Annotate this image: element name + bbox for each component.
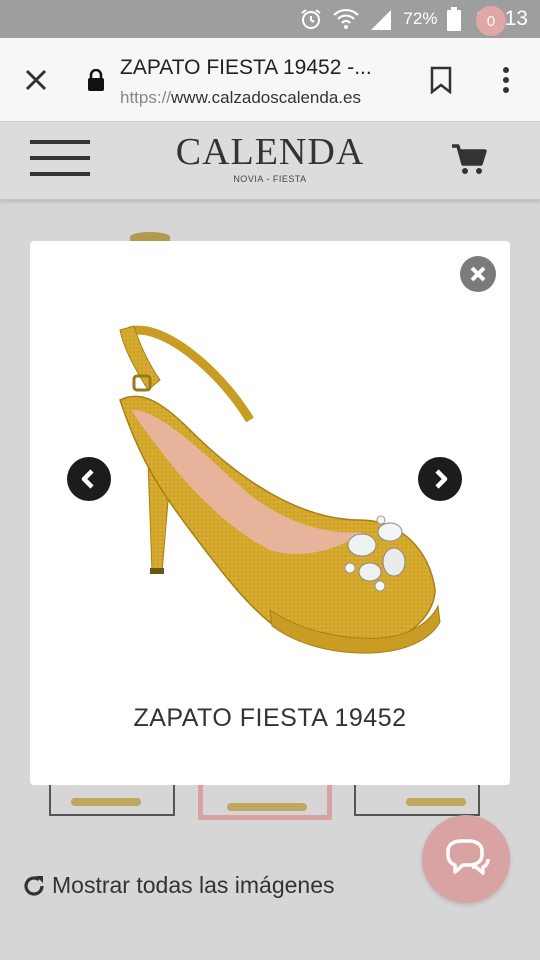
cart-icon[interactable] [450, 138, 490, 178]
battery-icon [447, 7, 462, 31]
close-circle-icon[interactable] [460, 256, 496, 292]
site-header: CALENDA NOVIA - FIESTA [0, 122, 540, 200]
show-all-label: Mostrar todas las imágenes [52, 872, 335, 898]
image-caption: ZAPATO FIESTA 19452 [133, 704, 407, 732]
alarm-icon [299, 7, 323, 31]
chevron-right-icon[interactable] [418, 457, 462, 501]
cart-count-badge: 0 [476, 6, 506, 36]
thumbnail-2-selected[interactable] [198, 780, 332, 820]
thumbnail-3[interactable] [354, 780, 480, 816]
chat-button[interactable] [422, 815, 510, 903]
product-image-shoe [119, 325, 441, 654]
chat-icon [446, 839, 490, 875]
signal-icon [369, 8, 393, 30]
browser-url-bar: ZAPATO FIESTA 19452 -... https://www.cal… [0, 38, 540, 122]
refresh-icon [24, 875, 44, 896]
status-bar: 72% 13:13 [0, 0, 540, 38]
page-url[interactable]: https://www.calzadoscalenda.es [120, 88, 361, 108]
close-icon[interactable] [22, 66, 50, 94]
chevron-left-icon[interactable] [67, 457, 111, 501]
battery-percent: 72% [403, 9, 438, 28]
more-vert-icon[interactable] [494, 66, 518, 94]
url-host: www.calzadoscalenda.es [171, 88, 361, 107]
wifi-icon [333, 8, 360, 30]
show-all-images-link[interactable]: Mostrar todas las imágenes [22, 872, 335, 899]
bookmark-icon[interactable] [428, 66, 454, 95]
page-title[interactable]: ZAPATO FIESTA 19452 -... [120, 56, 372, 80]
lock-icon [86, 68, 106, 91]
url-scheme: https:// [120, 88, 172, 107]
thumbnail-1[interactable] [49, 780, 175, 816]
